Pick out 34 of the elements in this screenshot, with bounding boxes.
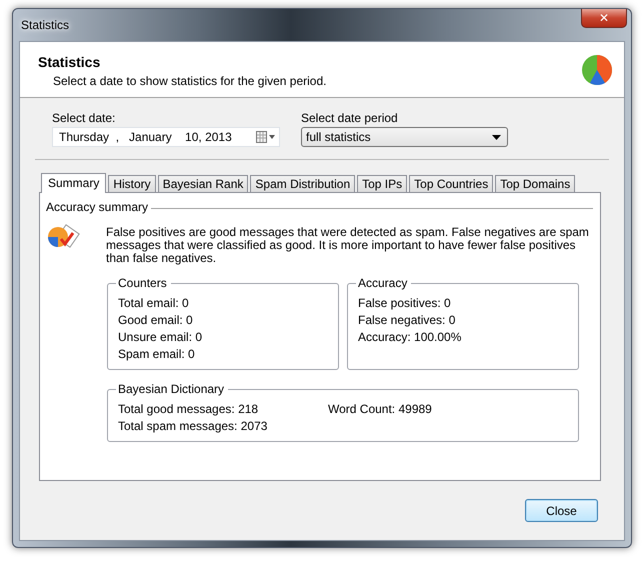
tab[interactable]: History <box>108 175 156 192</box>
dialog-subtitle: Select a date to show statistics for the given period. <box>53 74 326 88</box>
close-button[interactable]: ✕ <box>581 9 627 28</box>
field-label: Select date period <box>301 111 399 125</box>
close-button[interactable]: Close <box>525 499 598 522</box>
description-text: False positives are good messages that were detected as spam. False negatives are spam messages that were classified as good. It is more important to have fewer false positives than false negatives. <box>106 226 590 265</box>
group-title: Bayesian Dictionary <box>116 382 228 396</box>
stat-label: Total spam messages: 2073 <box>118 419 268 433</box>
stat-label: Total email: 0 <box>118 296 190 310</box>
pie-chart-icon <box>580 53 614 87</box>
stat-label: Unsure email: 0 <box>118 330 204 344</box>
date-picker[interactable]: Thursday , January 10, 2013 <box>52 127 280 147</box>
tab[interactable]: Top Countries <box>409 175 494 192</box>
tab[interactable]: Top IPs <box>357 175 408 192</box>
section-heading: Accuracy summary <box>46 200 148 214</box>
window-title: Statistics <box>20 18 70 32</box>
stat-label: Total good messages: 218 <box>118 402 260 416</box>
stat-label: Word Count: 49989 <box>328 402 432 416</box>
tab[interactable]: Summary <box>41 173 106 193</box>
stat-label: False positives: 0 <box>358 296 452 310</box>
period-dropdown[interactable]: full statistics <box>301 127 508 147</box>
stat-label: Accuracy: 100.00% <box>358 330 462 344</box>
tab[interactable]: Bayesian Rank <box>158 175 248 192</box>
group-title: Accuracy <box>356 276 412 290</box>
stat-label: Good email: 0 <box>118 313 194 327</box>
stat-label: Spam email: 0 <box>118 347 196 361</box>
calendar-icon <box>256 131 276 143</box>
dialog-title: Statistics <box>38 54 102 70</box>
caret-icon <box>492 134 501 140</box>
field-label: Select date: <box>52 111 116 125</box>
tab[interactable]: Spam Distribution <box>250 175 356 192</box>
tab[interactable]: Top Domains <box>495 175 576 192</box>
group-title: Counters <box>116 276 171 290</box>
stat-label: False negatives: 0 <box>358 313 456 327</box>
